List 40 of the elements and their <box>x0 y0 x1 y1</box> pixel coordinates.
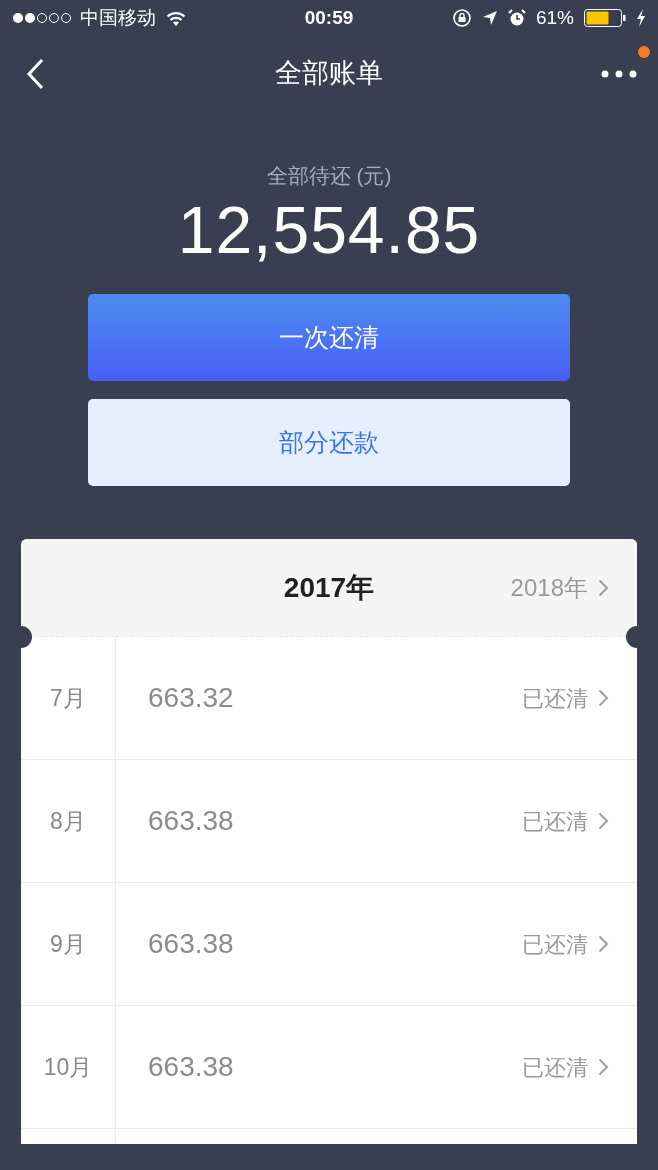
month-label: 9月 <box>50 929 86 959</box>
chevron-right-icon <box>598 689 609 707</box>
bill-amount: 663.38 <box>148 927 234 961</box>
bill-amount: 663.38 <box>148 1050 234 1084</box>
carrier-name: 中国移动 <box>80 5 156 30</box>
chevron-right-icon <box>598 578 609 597</box>
rotation-lock-icon <box>451 8 472 28</box>
location-icon <box>481 10 498 26</box>
balance-label: 全部待还 (元) <box>266 163 392 189</box>
chevron-right-icon <box>598 935 609 953</box>
bill-row[interactable]: 663.32 已还清 <box>116 637 637 759</box>
signal-icon <box>12 12 74 24</box>
current-year: 2017年 <box>283 570 375 605</box>
bill-status: 已还清 <box>522 930 588 959</box>
wifi-icon <box>166 10 186 26</box>
battery-percent: 61% <box>535 5 574 30</box>
balance-amount: 12,554.85 <box>177 192 481 269</box>
chevron-right-icon <box>598 812 609 830</box>
bill-amount: 663.32 <box>148 681 234 715</box>
bill-row[interactable]: 663.38 已还清 <box>116 1006 637 1128</box>
month-label: 8月 <box>50 806 86 836</box>
battery-icon <box>584 9 626 27</box>
bill-amount: 663.38 <box>148 804 234 838</box>
more-icon <box>601 70 637 78</box>
back-icon <box>26 58 44 90</box>
charging-icon <box>636 9 646 27</box>
month-label: 10月 <box>43 1052 93 1082</box>
month-label: 7月 <box>50 683 86 713</box>
bill-status: 已还清 <box>522 1053 588 1082</box>
bill-row[interactable]: 663.38 已还清 <box>116 760 637 882</box>
chevron-right-icon <box>598 1058 609 1076</box>
next-year-link[interactable]: 2018年 <box>510 569 609 606</box>
alarm-icon <box>507 9 526 27</box>
partial-pay-button[interactable]: 部分还款 <box>88 399 570 486</box>
status-time: 00:59 <box>304 5 354 30</box>
pay-all-button[interactable]: 一次还清 <box>88 294 570 381</box>
bill-status: 已还清 <box>522 684 588 713</box>
page-title: 全部账单 <box>275 56 383 90</box>
bill-row[interactable]: 663.38 已还清 <box>116 883 637 1005</box>
bill-status: 已还清 <box>522 807 588 836</box>
